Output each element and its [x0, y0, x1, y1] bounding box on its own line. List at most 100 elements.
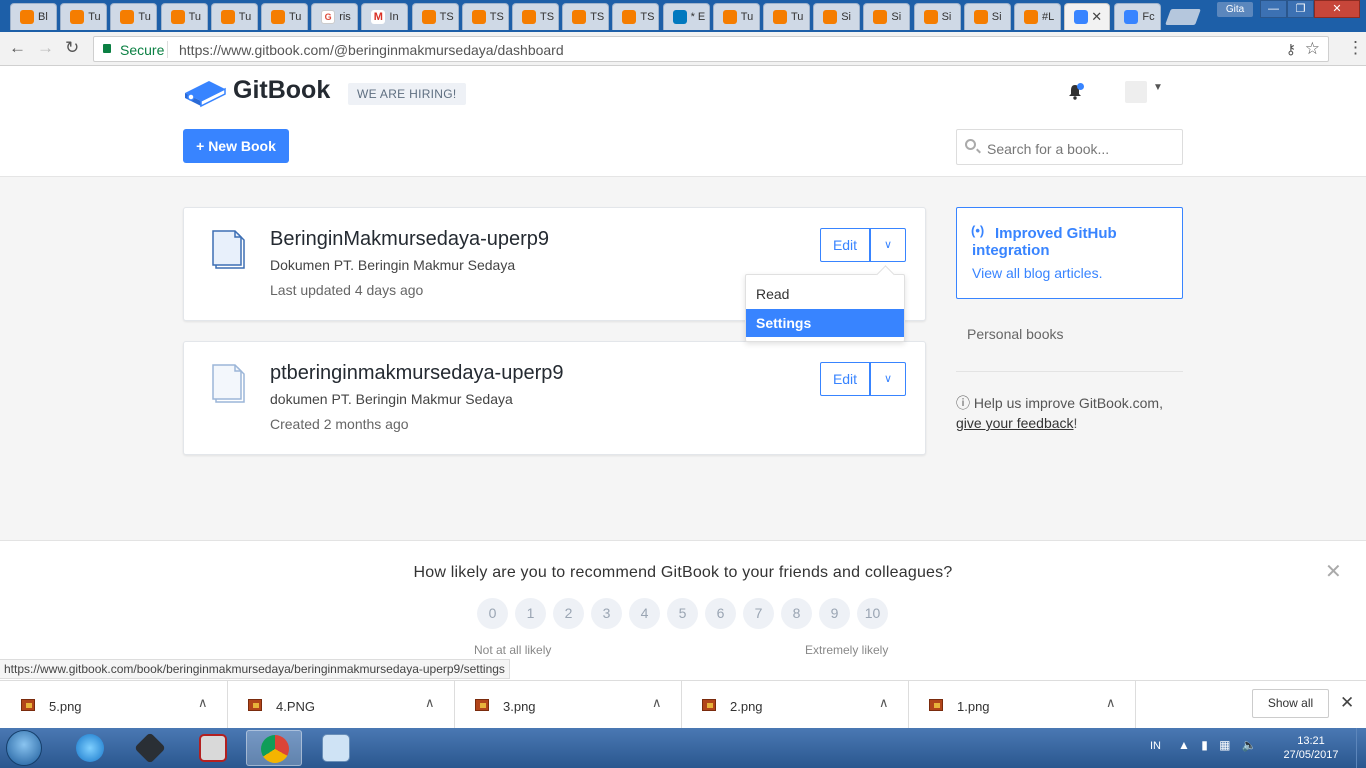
book-options-button[interactable]: ∨: [870, 362, 906, 396]
book-title[interactable]: ptberinginmakmursedaya-uperp9: [270, 362, 564, 385]
language-indicator[interactable]: IN: [1150, 740, 1161, 752]
close-tab-icon[interactable]: ✕: [1091, 9, 1102, 25]
download-filename[interactable]: 2.png: [730, 699, 763, 714]
url-text[interactable]: https://www.gitbook.com/@beringinmakmurs…: [179, 42, 564, 58]
download-item[interactable]: 4.PNG ∧: [227, 681, 455, 729]
gitbook-logo-icon[interactable]: [183, 76, 227, 108]
browser-tab[interactable]: TS: [411, 3, 459, 30]
chevron-up-icon[interactable]: ∧: [879, 695, 889, 711]
chevron-down-icon[interactable]: ▼: [1153, 82, 1163, 93]
tab-label: Tu: [188, 11, 202, 23]
back-icon[interactable]: ←: [9, 38, 26, 58]
browser-tab[interactable]: Si: [863, 3, 911, 30]
blog-articles-link[interactable]: View all blog articles.: [972, 265, 1102, 281]
site-header: GitBook WE ARE HIRING! ▼ + New Book Sear…: [0, 66, 1366, 177]
browser-tab[interactable]: TS: [612, 3, 660, 30]
address-bar[interactable]: Secure https://www.gitbook.com/@beringin…: [93, 36, 1329, 62]
score-option[interactable]: 8: [781, 598, 812, 629]
reload-icon[interactable]: ↻: [65, 38, 79, 58]
chevron-up-icon[interactable]: ∧: [198, 695, 208, 711]
close-icon[interactable]: ✕: [1325, 559, 1342, 584]
score-option[interactable]: 6: [705, 598, 736, 629]
chevron-up-icon[interactable]: ∧: [652, 695, 662, 711]
minimize-button[interactable]: —: [1260, 0, 1287, 18]
download-item[interactable]: 3.png ∧: [454, 681, 682, 729]
download-item[interactable]: 1.png ∧: [908, 681, 1136, 729]
browser-tab[interactable]: Gris: [311, 3, 359, 30]
profile-button[interactable]: Gita: [1217, 2, 1253, 17]
edit-button[interactable]: Edit: [820, 362, 870, 396]
start-button[interactable]: [6, 730, 42, 766]
bookmark-star-icon[interactable]: ☆: [1305, 39, 1320, 59]
system-tray-icons[interactable]: ▲ ▮ ▦ 🔈: [1178, 738, 1261, 752]
new-book-button[interactable]: + New Book: [183, 129, 289, 163]
browser-tab[interactable]: Si: [963, 3, 1011, 30]
download-filename[interactable]: 5.png: [49, 699, 82, 714]
taskbar-media-player[interactable]: [185, 730, 241, 766]
avatar[interactable]: [1125, 81, 1147, 103]
gitbook-logo-text[interactable]: GitBook: [233, 76, 330, 105]
score-option[interactable]: 3: [591, 598, 622, 629]
browser-tab[interactable]: Tu: [712, 3, 760, 30]
clock[interactable]: 13:21 27/05/2017: [1280, 734, 1342, 762]
download-filename[interactable]: 3.png: [503, 699, 536, 714]
search-input[interactable]: Search for a book...: [956, 129, 1183, 165]
browser-menu-icon[interactable]: ⋮: [1347, 38, 1364, 58]
notifications-button[interactable]: [1068, 83, 1084, 103]
score-option[interactable]: 1: [515, 598, 546, 629]
book-card[interactable]: ptberinginmakmursedaya-uperp9 dokumen PT…: [183, 341, 926, 455]
download-item[interactable]: 2.png ∧: [681, 681, 909, 729]
browser-tab[interactable]: Si: [913, 3, 961, 30]
score-option[interactable]: 10: [857, 598, 888, 629]
score-option[interactable]: 9: [819, 598, 850, 629]
menu-item-read[interactable]: Read: [746, 280, 904, 308]
browser-tab[interactable]: TS: [512, 3, 559, 30]
feedback-link[interactable]: give your feedback: [956, 415, 1074, 431]
blog-promo-box[interactable]: (•) Improved GitHub integration View all…: [956, 207, 1183, 299]
score-option[interactable]: 4: [629, 598, 660, 629]
book-title[interactable]: BeringinMakmursedaya-uperp9: [270, 228, 549, 251]
chevron-up-icon[interactable]: ∧: [1106, 695, 1116, 711]
hiring-badge[interactable]: WE ARE HIRING!: [348, 83, 466, 105]
download-item[interactable]: 5.png ∧: [0, 681, 228, 729]
key-icon[interactable]: ⚷: [1286, 41, 1296, 58]
browser-tab[interactable]: M In: [361, 3, 409, 30]
show-all-button[interactable]: Show all: [1252, 689, 1329, 718]
browser-tab[interactable]: Tu: [110, 3, 158, 30]
score-option[interactable]: 7: [743, 598, 774, 629]
download-filename[interactable]: 1.png: [957, 699, 990, 714]
score-option[interactable]: 2: [553, 598, 584, 629]
chevron-up-icon[interactable]: ∧: [425, 695, 435, 711]
browser-tab[interactable]: * E: [662, 3, 710, 30]
browser-tab[interactable]: TS: [562, 3, 610, 30]
personal-books-link[interactable]: Personal books: [967, 326, 1064, 342]
taskbar-chrome[interactable]: [246, 730, 302, 766]
taskbar-control-panel[interactable]: [308, 730, 364, 766]
browser-tab[interactable]: TS: [461, 3, 509, 30]
promo-title[interactable]: Improved GitHub integration: [972, 225, 1172, 259]
browser-tab[interactable]: Tu: [261, 3, 308, 30]
close-icon[interactable]: ✕: [1340, 693, 1354, 713]
browser-tab[interactable]: Fc: [1114, 3, 1162, 30]
menu-item-settings[interactable]: Settings: [746, 309, 904, 337]
show-desktop-button[interactable]: [1356, 728, 1366, 768]
maximize-button[interactable]: ❐: [1287, 0, 1314, 18]
browser-tab[interactable]: Tu: [160, 3, 208, 30]
new-tab-button[interactable]: [1165, 9, 1201, 25]
score-option[interactable]: 0: [477, 598, 508, 629]
score-option[interactable]: 5: [667, 598, 698, 629]
taskbar-nox[interactable]: [122, 730, 178, 766]
browser-tab[interactable]: ✕: [1064, 3, 1111, 30]
close-window-button[interactable]: ✕: [1314, 0, 1360, 18]
browser-tab[interactable]: Tu: [763, 3, 810, 30]
download-filename[interactable]: 4.PNG: [276, 699, 315, 714]
browser-tab[interactable]: #L: [1014, 3, 1061, 30]
taskbar-ie[interactable]: [62, 730, 118, 766]
browser-tab[interactable]: Tu: [210, 3, 258, 30]
forward-icon[interactable]: →: [37, 38, 54, 58]
browser-tab[interactable]: Si: [813, 3, 861, 30]
book-options-button[interactable]: ∨: [870, 228, 906, 262]
browser-tab[interactable]: Bl: [10, 3, 57, 30]
edit-button[interactable]: Edit: [820, 228, 870, 262]
browser-tab[interactable]: Tu: [60, 3, 108, 30]
